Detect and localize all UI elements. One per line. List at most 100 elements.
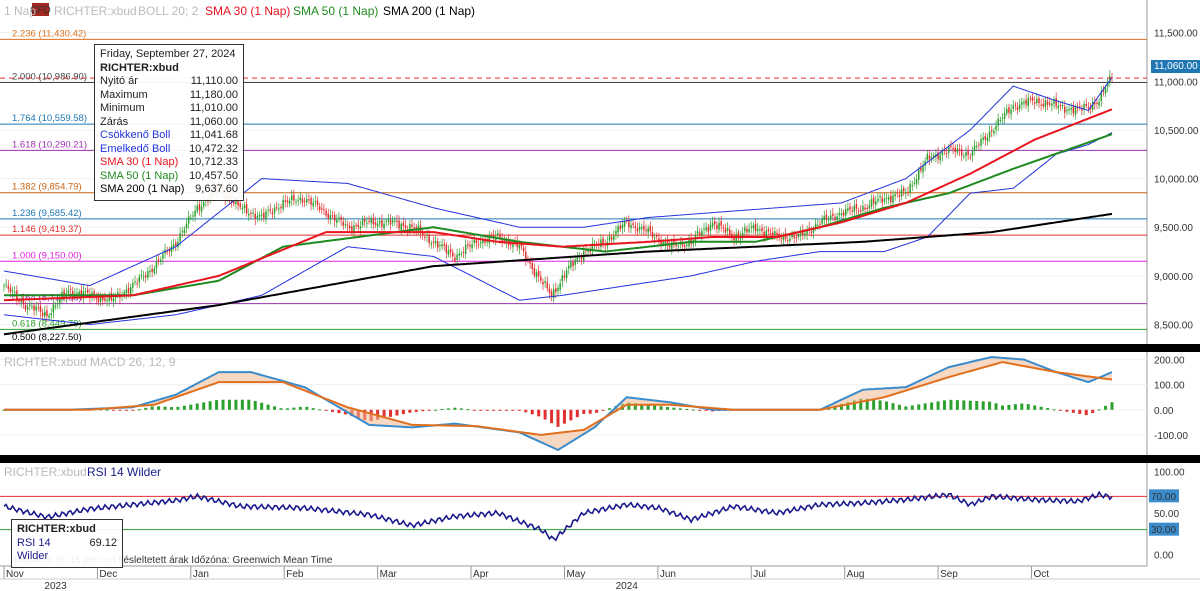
candle-body (196, 205, 199, 212)
macd-histogram-bar (318, 409, 322, 411)
candle-body (761, 227, 763, 231)
candle-body (984, 135, 987, 140)
macd-histogram-bar (466, 409, 470, 411)
candle-body (814, 223, 817, 228)
candle-body (1008, 107, 1010, 113)
macd-histogram-bar (569, 409, 573, 421)
month-label: Jul (753, 569, 766, 580)
tooltip-row-value: 11,110.00 (190, 75, 238, 87)
macd-histogram-bar (530, 409, 534, 415)
candle-body (819, 223, 821, 225)
candle-body (346, 224, 349, 226)
macd-histogram-bar (311, 408, 315, 410)
rsi-band-label: 70.00 (1151, 492, 1176, 503)
candle-body (237, 199, 239, 206)
candle-body (630, 225, 632, 229)
candle-body (1025, 99, 1027, 105)
panel-separator (0, 455, 1200, 463)
candle-body (1036, 98, 1038, 103)
candle-body (847, 208, 849, 211)
candle-body (920, 167, 922, 171)
macd-histogram-bar (949, 399, 953, 410)
candle-body (301, 198, 304, 203)
candle-body (965, 152, 967, 156)
symbol-label: RICHTER:xbud (54, 4, 137, 18)
candle-body (342, 221, 345, 226)
fibonacci-level-label: 1.000 (9,150.00) (12, 250, 82, 261)
macd-histogram-bar (968, 400, 972, 410)
macd-histogram-bar (137, 409, 141, 411)
candle-body (535, 272, 538, 278)
candle-body (978, 144, 980, 146)
candle-body (834, 217, 836, 221)
candle-body (930, 157, 933, 159)
candle-body (280, 206, 282, 209)
rsi-tip-value: 69.12 (89, 536, 117, 549)
candle-body (576, 257, 579, 262)
candle-body (443, 243, 445, 246)
macd-histogram-bar (260, 402, 264, 410)
macd-histogram-bar (955, 400, 959, 410)
candle-body (52, 304, 55, 313)
candle-body (29, 304, 31, 306)
macd-histogram-bar (601, 409, 605, 411)
tooltip-date: Friday, September 27, 2024 (100, 48, 236, 60)
macd-histogram-bar (1097, 409, 1101, 411)
candle-body (769, 232, 772, 234)
tooltip-row: Nyitó ár 11,110.00 (100, 75, 238, 89)
candle-body (988, 131, 991, 138)
candle-body (546, 282, 549, 289)
candle-body (290, 195, 293, 201)
macd-histogram-bar (434, 409, 438, 411)
candle-body (348, 225, 351, 229)
candle-body (1057, 105, 1060, 109)
candle-body (640, 226, 643, 229)
candle-body (306, 199, 308, 203)
candle-body (149, 270, 151, 273)
candle-body (1003, 112, 1006, 119)
tooltip-row: Maximum 11,180.00 (100, 89, 238, 103)
macd-histogram-bar (891, 403, 895, 410)
candle-body (166, 251, 168, 253)
tooltip-indicator-value: 9,637.60 (195, 183, 238, 195)
macd-histogram-bar (292, 407, 296, 410)
candle-body (78, 291, 80, 295)
candle-body (102, 297, 104, 300)
candle-body (842, 212, 845, 216)
candle-body (437, 241, 439, 248)
rsi-title-symbol: RICHTER:xbud (4, 465, 87, 479)
macd-histogram-bar (904, 406, 908, 410)
rsi-tip-label: RSI 14 Wilder (17, 536, 51, 563)
candle-body (791, 234, 793, 238)
macd-histogram-bar (653, 405, 657, 410)
fibonacci-level-label: 0.500 (8,227.50) (12, 332, 82, 343)
candle-body (5, 283, 7, 285)
macd-histogram-bar (1033, 405, 1037, 410)
candle-body (793, 236, 795, 239)
candle-body (726, 227, 729, 231)
candle-body (939, 154, 941, 161)
price-tick-label: 9,000.00 (1154, 272, 1193, 283)
macd-histogram-bar (453, 407, 457, 410)
candle-body (999, 120, 1002, 122)
candle-body (471, 244, 473, 249)
candle-body (310, 197, 312, 205)
rsi-tooltip: RICHTER:xbud RSI 14 Wilder 69.12 (11, 519, 123, 568)
macd-histogram-bar (150, 406, 154, 410)
macd-histogram-bar (446, 408, 450, 410)
candle-body (905, 193, 907, 195)
candle-body (1010, 109, 1012, 115)
candle-body (460, 253, 463, 255)
month-label: Nov (6, 569, 24, 580)
candle-body (245, 203, 248, 214)
candle-body (134, 281, 136, 283)
candle-body (153, 268, 156, 273)
candle-body (351, 226, 353, 231)
tooltip-indicator-value: 10,457.50 (189, 169, 238, 182)
candle-body (729, 229, 731, 235)
candle-body (662, 242, 664, 245)
month-label: Jun (660, 569, 676, 580)
ohlc-tooltip: Friday, September 27, 2024 RICHTER:xbud … (94, 44, 244, 201)
macd-histogram-bar (389, 409, 393, 417)
fibonacci-level-label: 1.236 (9,585.42) (12, 208, 82, 219)
